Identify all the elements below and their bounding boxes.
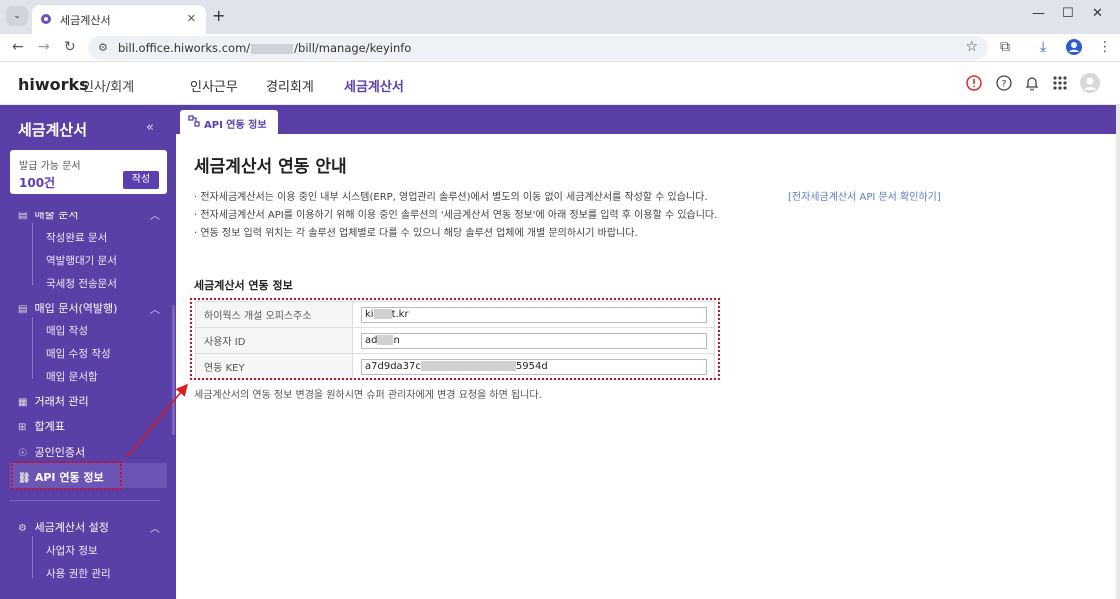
- browser-toolbar: ← → ↻ ⚙ bill.office.hiworks.com//bill/ma…: [0, 34, 1120, 62]
- document-icon: ▤: [18, 304, 28, 315]
- sidebar-item-partners[interactable]: ▦ 거래처 관리: [18, 393, 89, 409]
- chevron-up-icon[interactable]: ︿: [150, 301, 160, 316]
- nav-tax-invoice[interactable]: 세금계산서: [344, 76, 404, 95]
- issue-count-label: 발급 가능 문서: [19, 161, 81, 172]
- sidebar-item-purchase-write[interactable]: 매입 작성: [46, 323, 88, 338]
- sidebar: 세금계산서 « 발급 가능 문서 100건 작성 ▤ 매출 문서 ︿ 작성완료 …: [0, 105, 176, 599]
- maximize-icon[interactable]: ☐: [1062, 6, 1074, 21]
- chevron-down-icon: ⌄: [13, 11, 21, 21]
- sidebar-item-reverse-pending[interactable]: 역발행대기 문서: [46, 253, 117, 268]
- nav-accounting[interactable]: 경리회계: [266, 76, 314, 95]
- certificate-icon: ☉: [18, 448, 27, 459]
- nav-hr[interactable]: 인사근무: [190, 76, 238, 95]
- change-request-note: 세금계산서의 연동 정보 변경을 원하시면 슈퍼 관리자에게 변경 요청을 하면…: [194, 390, 542, 401]
- bell-icon[interactable]: [1024, 75, 1040, 91]
- hiworks-logo[interactable]: hiworks: [18, 75, 89, 94]
- highlight-box-sidebar: [11, 461, 122, 490]
- sidebar-item-purchase-edit[interactable]: 매입 수정 작성: [46, 346, 111, 361]
- sidebar-title: 세금계산서: [18, 121, 88, 139]
- extensions-icon[interactable]: ⧉: [1000, 39, 1010, 55]
- sidebar-scrollbar[interactable]: [172, 305, 175, 435]
- tree-line: [32, 223, 33, 285]
- logo-subtitle: 인사/회계: [82, 80, 135, 95]
- sidebar-item-purchase[interactable]: ▤ 매입 문서(역발행): [18, 300, 117, 316]
- window-close-icon[interactable]: ✕: [1092, 6, 1103, 21]
- tab-label: API 연동 정보: [204, 120, 267, 131]
- close-icon[interactable]: ✕: [187, 12, 196, 25]
- sidebar-item-permissions[interactable]: 사용 권한 관리: [46, 566, 111, 581]
- page-title: 세금계산서 연동 안내: [194, 157, 347, 177]
- issue-count-value: 100건: [19, 176, 56, 190]
- sidebar-item-nts-sent[interactable]: 국세청 전송문서: [46, 276, 117, 291]
- apps-grid-icon[interactable]: [1052, 75, 1068, 91]
- content-tab-strip: [176, 105, 1120, 134]
- sidebar-divider: [10, 500, 160, 501]
- forward-icon[interactable]: →: [38, 39, 50, 55]
- chevron-up-icon[interactable]: ︿: [150, 520, 160, 535]
- browser-tab[interactable]: 세금계산서 ✕: [32, 5, 206, 34]
- description-line: · 연동 정보 입력 위치는 각 솔루션 업체별로 다를 수 있으니 해당 솔루…: [194, 228, 638, 239]
- sidebar-item-purchase-box[interactable]: 매입 문서함: [46, 369, 98, 384]
- collapse-sidebar-icon[interactable]: «: [146, 120, 154, 135]
- sidebar-item-summary[interactable]: ⊞ 합계표: [18, 418, 65, 434]
- sidebar-item-sales[interactable]: ▤ 매출 문서: [18, 210, 78, 222]
- profile-icon[interactable]: [1066, 39, 1082, 55]
- avatar[interactable]: [1080, 73, 1100, 93]
- tree-line: [32, 536, 33, 578]
- gear-icon: ⚙: [18, 523, 27, 534]
- section-title: 세금계산서 연동 정보: [194, 279, 293, 292]
- description-line: · 전자세금계산서 API를 이용하기 위해 이용 중인 솔루션의 '세금계산서…: [194, 210, 718, 221]
- help-icon[interactable]: ?: [996, 75, 1012, 91]
- write-button[interactable]: 작성: [123, 171, 159, 189]
- tree-line: [32, 317, 33, 379]
- sidebar-item-business-info[interactable]: 사업자 정보: [46, 543, 98, 558]
- sidebar-item-completed[interactable]: 작성완료 문서: [46, 230, 107, 245]
- tab-title: 세금계산서: [60, 14, 111, 27]
- back-icon[interactable]: ←: [12, 39, 24, 55]
- highlight-box-table: [190, 298, 720, 380]
- api-doc-link[interactable]: [전자세금계산서 API 문서 확인하기]: [788, 188, 941, 203]
- browser-tab-strip: ⌄ 세금계산서 ✕ + — ☐ ✕: [0, 0, 1120, 34]
- reload-icon[interactable]: ↻: [64, 39, 76, 55]
- bookmark-star-icon[interactable]: ☆: [965, 39, 978, 55]
- chevron-up-icon[interactable]: ︿: [150, 207, 160, 222]
- right-frame: [1116, 105, 1120, 599]
- new-tab-icon[interactable]: +: [212, 6, 225, 25]
- api-link-icon: [188, 115, 200, 127]
- issue-count-box: 발급 가능 문서 100건 작성: [10, 150, 167, 194]
- site-info-icon[interactable]: ⚙: [98, 41, 108, 54]
- minimize-icon[interactable]: —: [1032, 6, 1045, 21]
- table-icon: ⊞: [18, 422, 27, 433]
- alert-icon[interactable]: [966, 75, 982, 91]
- url-text: bill.office.hiworks.com//bill/manage/key…: [118, 41, 412, 55]
- address-bar[interactable]: ⚙ bill.office.hiworks.com//bill/manage/k…: [88, 36, 988, 60]
- description-line: · 전자세금계산서는 이용 중인 내부 시스템(ERP, 영업관리 솔루션)에서…: [194, 192, 708, 203]
- building-icon: ▦: [18, 397, 28, 408]
- sidebar-item-cert[interactable]: ☉ 공인인증서: [18, 444, 85, 460]
- document-icon: ▤: [18, 210, 28, 221]
- download-icon[interactable]: ⤓: [1040, 39, 1046, 55]
- menu-kebab-icon[interactable]: ⋮: [1098, 39, 1112, 55]
- svg-text:?: ?: [1002, 80, 1007, 90]
- sidebar-item-settings[interactable]: ⚙ 세금계산서 설정: [18, 519, 109, 535]
- tab-api-info[interactable]: API 연동 정보: [180, 110, 278, 134]
- tab-search-button[interactable]: ⌄: [6, 6, 28, 26]
- hiworks-favicon-icon: [40, 13, 52, 25]
- app-header: hiworks 인사/회계 인사근무 경리회계 세금계산서 ?: [0, 63, 1120, 105]
